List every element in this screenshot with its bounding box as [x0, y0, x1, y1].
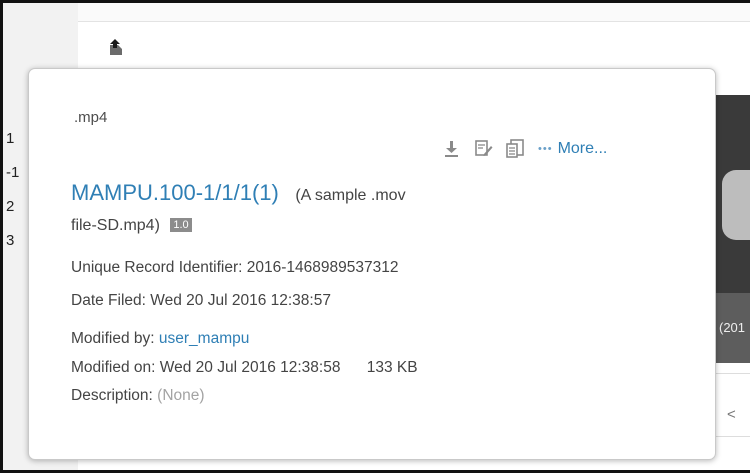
file-size: 133 KB — [366, 359, 418, 376]
modified-on: Modified on: Wed 20 Jul 2016 12:38:58 13… — [71, 359, 418, 377]
edit-properties-icon[interactable] — [474, 139, 493, 158]
modified-on-label: Modified on: — [71, 359, 156, 376]
more-icon[interactable]: ••• — [538, 143, 553, 155]
document-title-link[interactable]: MAMPU.100-1/1/1(1) — [71, 180, 279, 205]
modified-by: Modified by: user_mampu — [71, 330, 249, 348]
action-bar: ••• More... — [442, 139, 607, 158]
description-label: Description: — [71, 387, 153, 404]
uri-value: 2016-1468989537312 — [246, 259, 399, 276]
version-badge: 1.0 — [170, 218, 192, 232]
view-details-icon[interactable] — [506, 139, 525, 158]
date-filed-value: Wed 20 Jul 2016 12:38:57 — [150, 292, 331, 309]
description-value: (None) — [157, 387, 205, 404]
more-link[interactable]: More... — [558, 140, 608, 158]
date-filed-label: Date Filed: — [71, 292, 146, 309]
modified-on-value: Wed 20 Jul 2016 12:38:58 — [159, 359, 341, 376]
document-title-line: MAMPU.100-1/1/1(1) (A sample .mov — [71, 174, 531, 215]
original-filename-continued: file-SD.mp4) 1.0 — [71, 217, 192, 235]
file-extension: .mp4 — [74, 109, 108, 126]
modified-by-user-link[interactable]: user_mampu — [159, 330, 249, 347]
uri-label: Unique Record Identifier: — [71, 259, 243, 276]
modified-by-label: Modified by: — [71, 330, 155, 347]
original-filename-end: file-SD.mp4) — [71, 217, 160, 234]
download-icon[interactable] — [442, 139, 461, 158]
document-preview-popup: .mp4 ••• More... MAMPU.100-1/1/1(1) (A s… — [28, 68, 716, 460]
date-filed: Date Filed: Wed 20 Jul 2016 12:38:57 — [71, 292, 331, 310]
original-filename: (A sample .mov — [295, 187, 406, 204]
description: Description: (None) — [71, 387, 205, 405]
unique-record-identifier: Unique Record Identifier: 2016-146898953… — [71, 259, 399, 277]
